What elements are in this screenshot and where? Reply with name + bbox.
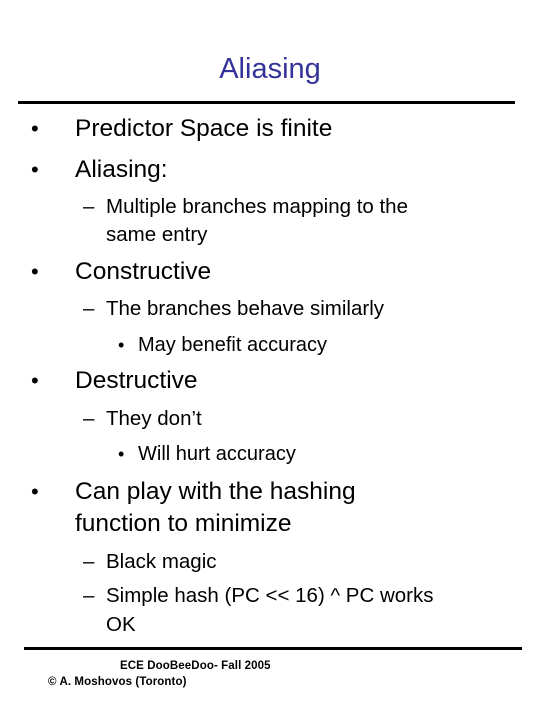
bullet-icon: •	[118, 335, 125, 355]
sub-sub-bullet-benefit-accuracy: May benefit accuracy	[138, 334, 327, 356]
bullet-icon: •	[31, 479, 39, 504]
sub-bullet-simple-hash: Simple hash (PC << 16) ^ PC works	[106, 584, 434, 607]
bullet-hashing-function: Can play with the hashing	[75, 478, 356, 505]
dash-icon: –	[83, 550, 95, 573]
slide-title: Aliasing	[219, 53, 321, 85]
sub-bullet-simple-hash-cont: OK	[106, 613, 136, 636]
dash-icon: –	[83, 584, 95, 607]
dash-icon: –	[83, 297, 95, 320]
title-divider	[18, 101, 515, 104]
sub-bullet-multiple-branches: Multiple branches mapping to the	[106, 195, 408, 218]
footer-divider	[24, 647, 522, 650]
bullet-icon: •	[31, 116, 39, 141]
dash-icon: –	[83, 407, 95, 430]
sub-bullet-they-dont: They don’t	[106, 407, 202, 430]
sub-bullet-black-magic: Black magic	[106, 550, 217, 573]
footer-course: ECE DooBeeDoo- Fall 2005	[120, 660, 271, 672]
bullet-icon: •	[31, 259, 39, 284]
bullet-destructive: Destructive	[75, 367, 198, 394]
bullet-aliasing: Aliasing:	[75, 156, 168, 183]
bullet-icon: •	[31, 368, 39, 393]
sub-bullet-multiple-branches-cont: same entry	[106, 223, 208, 246]
sub-sub-bullet-hurt-accuracy: Will hurt accuracy	[138, 443, 296, 465]
sub-bullet-behave-similarly: The branches behave similarly	[106, 297, 385, 320]
bullet-hashing-function-cont: function to minimize	[75, 510, 292, 537]
bullet-icon: •	[31, 157, 39, 182]
footer-copyright: © A. Moshovos (Toronto)	[48, 676, 187, 688]
bullet-predictor-space: Predictor Space is finite	[75, 115, 333, 142]
bullet-constructive: Constructive	[75, 258, 212, 285]
dash-icon: –	[83, 195, 95, 218]
bullet-icon: •	[118, 444, 125, 464]
